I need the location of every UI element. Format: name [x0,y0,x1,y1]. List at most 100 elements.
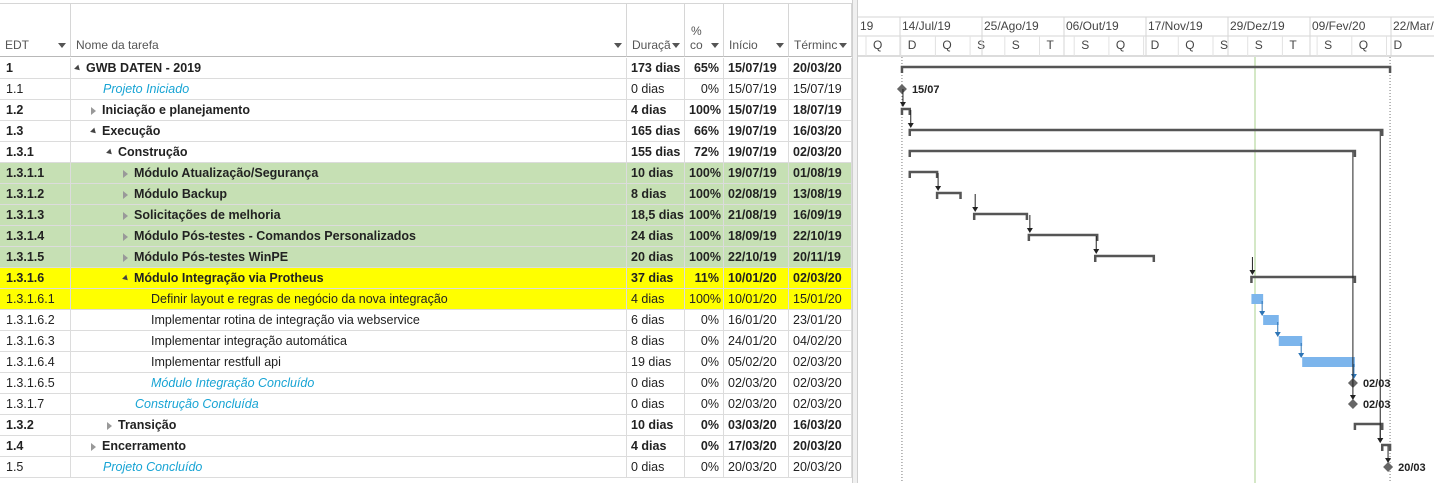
task-end-cell[interactable]: 02/03/20 [789,394,852,414]
task-percent-cell[interactable]: 100% [685,247,724,267]
task-name-cell[interactable]: Transição [71,415,627,435]
task-name-cell[interactable]: Módulo Pós-testes - Comandos Personaliza… [71,226,627,246]
filter-dropdown-icon[interactable] [776,43,784,48]
task-duration-cell[interactable]: 0 dias [627,394,685,414]
task-duration-cell[interactable]: 19 dias [627,352,685,372]
expand-triangle-icon[interactable] [123,211,128,220]
task-percent-cell[interactable]: 100% [685,184,724,204]
task-end-cell[interactable]: 02/03/20 [789,373,852,393]
task-start-cell[interactable]: 15/07/19 [724,100,789,120]
task-percent-cell[interactable]: 100% [685,226,724,246]
task-start-cell[interactable]: 05/02/20 [724,352,789,372]
task-row[interactable]: 1.3.1.6.1 Definir layout e regras de negó… [0,289,856,310]
filter-dropdown-icon[interactable] [711,43,719,48]
task-row[interactable]: 1.3.1.1 Módulo Atualização/Segurança 10 di… [0,163,856,184]
task-name-cell[interactable]: Módulo Atualização/Segurança [71,163,627,183]
task-start-cell[interactable]: 02/08/19 [724,184,789,204]
task-name-cell[interactable]: Iniciação e planejamento [71,100,627,120]
task-start-cell[interactable]: 21/08/19 [724,205,789,225]
task-row[interactable]: 1 GWB DATEN - 2019 173 dias 65% 15/07/19 20/0… [0,58,856,79]
task-end-cell[interactable]: 23/01/20 [789,310,852,330]
column-header-name[interactable]: Nome da tarefa [71,3,627,57]
task-end-cell[interactable]: 01/08/19 [789,163,852,183]
task-row[interactable]: 1.3.1.6.2 Implementar rotina de integraçã… [0,310,856,331]
expand-triangle-icon[interactable] [123,253,128,262]
task-name-cell[interactable]: Implementar rotina de integração via web… [71,310,627,330]
expand-triangle-icon[interactable] [91,442,96,451]
task-row[interactable]: 1.3.1.6.4 Implementar restfull api 19 dias… [0,352,856,373]
task-duration-cell[interactable]: 0 dias [627,79,685,99]
task-edt-cell[interactable]: 1 [0,58,71,78]
task-duration-cell[interactable]: 155 dias [627,142,685,162]
task-duration-cell[interactable]: 4 dias [627,289,685,309]
task-name-cell[interactable]: Solicitações de melhoria [71,205,627,225]
task-edt-cell[interactable]: 1.3.1.5 [0,247,71,267]
task-percent-cell[interactable]: 0% [685,394,724,414]
task-duration-cell[interactable]: 8 dias [627,331,685,351]
task-edt-cell[interactable]: 1.3.1.6.1 [0,289,71,309]
task-start-cell[interactable]: 19/07/19 [724,142,789,162]
task-end-cell[interactable]: 02/03/20 [789,352,852,372]
task-name-cell[interactable]: Módulo Integração via Protheus [71,268,627,288]
task-duration-cell[interactable]: 20 dias [627,247,685,267]
task-end-cell[interactable]: 20/03/20 [789,58,852,78]
task-edt-cell[interactable]: 1.3.1.3 [0,205,71,225]
task-row[interactable]: 1.3.1.3 Solicitações de melhoria 18,5 dias… [0,205,856,226]
expand-triangle-icon[interactable] [107,421,112,430]
task-duration-cell[interactable]: 4 dias [627,100,685,120]
task-duration-cell[interactable]: 18,5 dias [627,205,685,225]
task-name-cell[interactable]: GWB DATEN - 2019 [71,58,627,78]
task-start-cell[interactable]: 20/03/20 [724,457,789,477]
task-edt-cell[interactable]: 1.3.1.6.4 [0,352,71,372]
task-start-cell[interactable]: 10/01/20 [724,289,789,309]
task-start-cell[interactable]: 02/03/20 [724,373,789,393]
task-name-cell[interactable]: Módulo Backup [71,184,627,204]
task-edt-cell[interactable]: 1.3.1 [0,142,71,162]
task-row[interactable]: 1.1 Projeto Iniciado 0 dias 0% 15/07/19 15/07… [0,79,856,100]
task-edt-cell[interactable]: 1.3.1.6.3 [0,331,71,351]
task-percent-cell[interactable]: 0% [685,457,724,477]
task-percent-cell[interactable]: 65% [685,58,724,78]
task-duration-cell[interactable]: 0 dias [627,373,685,393]
task-row[interactable]: 1.3.1.4 Módulo Pós-testes - Comandos Pers… [0,226,856,247]
task-end-cell[interactable]: 20/03/20 [789,436,852,456]
filter-dropdown-icon[interactable] [58,43,66,48]
expand-triangle-icon[interactable] [123,232,128,241]
filter-dropdown-icon[interactable] [839,43,847,48]
task-row[interactable]: 1.3.1.6 Módulo Integração via Protheus 37 … [0,268,856,289]
task-edt-cell[interactable]: 1.3.2 [0,415,71,435]
task-duration-cell[interactable]: 37 dias [627,268,685,288]
task-edt-cell[interactable]: 1.3.1.6.2 [0,310,71,330]
task-edt-cell[interactable]: 1.2 [0,100,71,120]
task-end-cell[interactable]: 13/08/19 [789,184,852,204]
task-name-cell[interactable]: Módulo Pós-testes WinPE [71,247,627,267]
filter-dropdown-icon[interactable] [614,43,622,48]
task-duration-cell[interactable]: 6 dias [627,310,685,330]
collapse-triangle-icon[interactable] [90,127,98,136]
expand-triangle-icon[interactable] [91,106,96,115]
task-percent-cell[interactable]: 72% [685,142,724,162]
column-header-end[interactable]: Términc [789,3,852,57]
task-percent-cell[interactable]: 100% [685,163,724,183]
filter-dropdown-icon[interactable] [672,43,680,48]
task-start-cell[interactable]: 10/01/20 [724,268,789,288]
task-row[interactable]: 1.3.1.7 Construção Concluída 0 dias 0% 02/03… [0,394,856,415]
task-row[interactable]: 1.5 Projeto Concluído 0 dias 0% 20/03/20 20/0… [0,457,856,478]
task-end-cell[interactable]: 15/01/20 [789,289,852,309]
task-start-cell[interactable]: 02/03/20 [724,394,789,414]
task-row[interactable]: 1.3.1.5 Módulo Pós-testes WinPE 20 dias 100… [0,247,856,268]
task-end-cell[interactable]: 04/02/20 [789,331,852,351]
task-start-cell[interactable]: 16/01/20 [724,310,789,330]
task-name-cell[interactable]: Módulo Integração Concluído [71,373,627,393]
task-name-cell[interactable]: Implementar restfull api [71,352,627,372]
task-start-cell[interactable]: 15/07/19 [724,58,789,78]
task-start-cell[interactable]: 19/07/19 [724,163,789,183]
task-duration-cell[interactable]: 10 dias [627,163,685,183]
task-end-cell[interactable]: 16/09/19 [789,205,852,225]
task-start-cell[interactable]: 24/01/20 [724,331,789,351]
task-end-cell[interactable]: 20/11/19 [789,247,852,267]
task-end-cell[interactable]: 02/03/20 [789,142,852,162]
task-row[interactable]: 1.3.1.6.3 Implementar integração automáti… [0,331,856,352]
task-edt-cell[interactable]: 1.4 [0,436,71,456]
task-row[interactable]: 1.4 Encerramento 4 dias 0% 17/03/20 20/03/20 [0,436,856,457]
